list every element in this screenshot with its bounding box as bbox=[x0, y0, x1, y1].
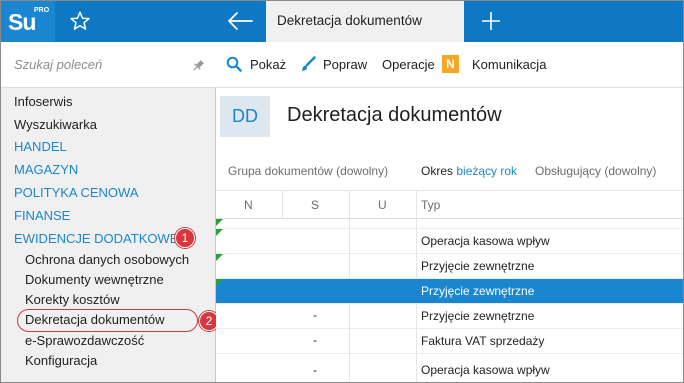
filter-group-value: (dowolny) bbox=[336, 164, 389, 178]
table-row[interactable]: - Przyjęcie zewnętrzne bbox=[216, 304, 683, 329]
star-icon[interactable] bbox=[69, 10, 91, 32]
filter-bar: Grupa dokumentów (dowolny) Okres bieżący… bbox=[216, 153, 683, 191]
table-row[interactable]: Operacja kasowa wpływ bbox=[216, 229, 683, 254]
pin-icon[interactable] bbox=[191, 59, 205, 73]
filter-handler-value: (dowolny) bbox=[604, 164, 657, 178]
sidebar-item-wyszukiwarka[interactable]: Wyszukiwarka bbox=[14, 117, 97, 132]
table-row-selected[interactable]: Przyjęcie zewnętrzne bbox=[216, 279, 683, 304]
row-status-marker bbox=[216, 279, 223, 286]
toolbar: Pokaż Popraw Operacje N Komunikacja bbox=[216, 42, 683, 88]
sidebar-item-ochrona-danych[interactable]: Ochrona danych osobowych bbox=[25, 252, 189, 267]
sidebar-section-magazyn[interactable]: MAGAZYN bbox=[14, 162, 78, 177]
operations-shortcut-badge: N bbox=[442, 55, 459, 73]
sidebar-section-ewidencje-dodatkowe[interactable]: EWIDENCJE DODATKOWE bbox=[14, 231, 178, 246]
tab-dekretacja-dokumentow[interactable]: Dekretacja dokumentów bbox=[266, 1, 464, 42]
brush-icon bbox=[302, 56, 316, 71]
filter-handler[interactable]: Obsługujący (dowolny) bbox=[535, 164, 656, 178]
search-input[interactable]: Szukaj poleceń bbox=[14, 57, 102, 72]
sidebar-item-infoserwis[interactable]: Infoserwis bbox=[14, 94, 73, 109]
fix-button[interactable]: Popraw bbox=[323, 57, 367, 72]
filter-period[interactable]: Okres bieżący rok bbox=[421, 164, 517, 178]
table-row[interactable] bbox=[216, 219, 683, 229]
cell-typ: Przyjęcie zewnętrzne bbox=[421, 284, 535, 298]
row-status-marker bbox=[216, 254, 223, 261]
column-header-n[interactable]: N bbox=[244, 198, 253, 212]
page-header: DD Dekretacja dokumentów bbox=[216, 88, 683, 153]
cell-typ: Operacja kasowa wpływ bbox=[421, 363, 550, 377]
favorites-area bbox=[55, 1, 216, 42]
logo-superscript: PRO bbox=[34, 7, 50, 14]
row-status-marker bbox=[216, 219, 223, 226]
operations-button[interactable]: Operacje bbox=[382, 57, 435, 72]
cell-typ: Przyjęcie zewnętrzne bbox=[421, 259, 535, 273]
sidebar-item-dekretacja-dokumentow[interactable]: Dekretacja dokumentów bbox=[25, 312, 164, 327]
plus-icon[interactable] bbox=[481, 10, 501, 32]
row-status-marker bbox=[216, 229, 223, 236]
filter-period-label: Okres bbox=[421, 164, 454, 178]
step-badge-1: 1 bbox=[175, 228, 195, 248]
logo-text: Su bbox=[8, 9, 36, 35]
sidebar-nav: Infoserwis Wyszukiwarka HANDEL MAGAZYN P… bbox=[1, 88, 219, 382]
module-badge: DD bbox=[220, 96, 270, 137]
sidebar-item-dokumenty-wewnetrzne[interactable]: Dokumenty wewnętrzne bbox=[25, 272, 164, 287]
tab-label: Dekretacja dokumentów bbox=[277, 13, 422, 28]
sidebar-item-e-sprawozdawczosc[interactable]: e-Sprawozdawczość bbox=[25, 333, 144, 348]
sidebar-section-handel[interactable]: HANDEL bbox=[14, 139, 67, 154]
communication-button[interactable]: Komunikacja bbox=[472, 57, 546, 72]
cell-typ: Faktura VAT sprzedaży bbox=[421, 334, 545, 348]
sidebar-section-polityka-cenowa[interactable]: POLITYKA CENOWA bbox=[14, 185, 139, 200]
column-header-typ[interactable]: Typ bbox=[421, 198, 440, 212]
cell-s: - bbox=[313, 308, 317, 322]
cell-s: - bbox=[313, 363, 317, 377]
filter-group-label: Grupa dokumentów bbox=[228, 164, 333, 178]
cell-typ: Operacja kasowa wpływ bbox=[421, 234, 550, 248]
cell-s: - bbox=[313, 333, 317, 347]
back-arrow-icon[interactable] bbox=[226, 10, 254, 32]
sidebar-item-konfiguracja[interactable]: Konfiguracja bbox=[25, 353, 97, 368]
app-logo[interactable]: Su PRO bbox=[1, 1, 55, 42]
cell-typ: Przyjęcie zewnętrzne bbox=[421, 309, 535, 323]
top-bar: Dekretacja dokumentów bbox=[216, 1, 683, 42]
table-header: N S U Typ bbox=[216, 191, 683, 219]
column-header-u[interactable]: U bbox=[378, 198, 387, 212]
column-header-s[interactable]: S bbox=[311, 198, 319, 212]
sidebar-section-finanse[interactable]: FINANSE bbox=[14, 208, 70, 223]
column-divider bbox=[282, 191, 283, 219]
filter-period-value: bieżący rok bbox=[456, 164, 518, 178]
table-row[interactable]: - Faktura VAT sprzedaży bbox=[216, 329, 683, 354]
filter-group[interactable]: Grupa dokumentów (dowolny) bbox=[228, 164, 388, 178]
filter-handler-label: Obsługujący bbox=[535, 164, 602, 178]
table-row[interactable]: Przyjęcie zewnętrzne bbox=[216, 254, 683, 279]
app-window: Su PRO Szukaj poleceń Infoserwis Wyszuki… bbox=[0, 0, 684, 383]
sidebar-item-korekty-kosztow[interactable]: Korekty kosztów bbox=[25, 292, 120, 307]
search-icon bbox=[226, 56, 242, 72]
command-search: Szukaj poleceń bbox=[1, 42, 216, 88]
page-title: Dekretacja dokumentów bbox=[287, 104, 502, 126]
table-row[interactable]: - Operacja kasowa wpływ bbox=[216, 354, 683, 382]
documents-table: N S U Typ Operacja kasowa wpływ Przyjęci… bbox=[216, 191, 683, 382]
show-button[interactable]: Pokaż bbox=[250, 57, 286, 72]
